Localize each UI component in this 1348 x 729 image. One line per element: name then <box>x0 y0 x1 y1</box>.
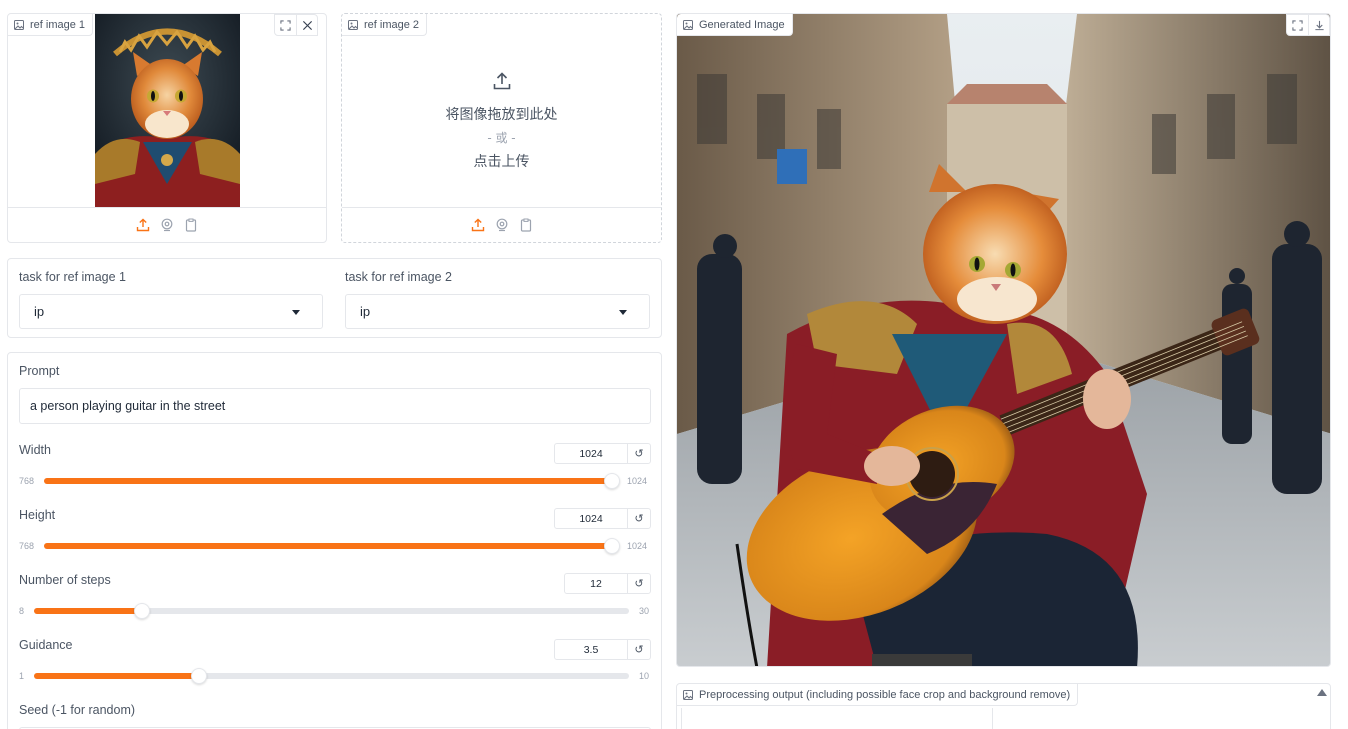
prompt-input[interactable]: a person playing guitar in the street <box>19 388 651 424</box>
guidance-label: Guidance <box>19 638 73 652</box>
drop-text: 将图像拖放到此处 <box>445 107 558 123</box>
generated-image-actions <box>1286 14 1330 36</box>
task-2-value: ip <box>360 304 371 319</box>
task-1-value: ip <box>34 304 45 319</box>
width-number-input[interactable]: 1024 ↺ <box>554 443 651 464</box>
steps-number-input[interactable]: 12 ↺ <box>564 573 651 594</box>
reset-icon[interactable]: ↺ <box>627 444 650 463</box>
preprocess-gallery-panel: Preprocessing output (including possible… <box>676 683 1331 729</box>
steps-value: 12 <box>590 577 602 590</box>
guidance-slider-thumb[interactable] <box>191 668 208 684</box>
width-label: Width <box>19 443 51 457</box>
clipboard-icon[interactable] <box>183 217 199 233</box>
task-1-label: task for ref image 1 <box>19 270 126 284</box>
drop-or-text: - 或 - <box>487 131 516 145</box>
steps-slider[interactable] <box>34 603 629 619</box>
guidance-value: 3.5 <box>583 643 599 656</box>
scroll-up-icon[interactable] <box>1317 689 1327 696</box>
height-value: 1024 <box>579 512 603 525</box>
guidance-slider[interactable] <box>34 668 629 684</box>
ref-image-1-actions <box>274 14 318 36</box>
preprocess-label-text: Preprocessing output (including possible… <box>699 688 1071 701</box>
steps-slider-thumb[interactable] <box>134 603 151 619</box>
seed-label: Seed (-1 for random) <box>19 703 136 717</box>
guidance-number-input[interactable]: 3.5 ↺ <box>554 639 651 660</box>
guidance-min: 1 <box>19 671 25 681</box>
upload-icon[interactable] <box>470 217 486 233</box>
width-slider[interactable] <box>44 473 620 489</box>
close-icon[interactable] <box>296 15 317 35</box>
height-slider-thumb[interactable] <box>604 538 620 554</box>
task-panel: task for ref image 1 ip task for ref ima… <box>7 258 662 338</box>
ref-image-2-panel[interactable]: ref image 2 将图像拖放到此处 - 或 - 点击上传 <box>341 13 662 243</box>
height-min: 768 <box>19 541 35 551</box>
webcam-icon[interactable] <box>159 217 175 233</box>
reset-icon[interactable]: ↺ <box>627 509 650 528</box>
download-icon[interactable] <box>1308 15 1329 35</box>
guidance-max: 10 <box>639 671 650 681</box>
guidance-slider-fill <box>34 673 200 679</box>
generated-image-label-text: Generated Image <box>699 18 785 31</box>
ref-image-2-label-text: ref image 2 <box>364 18 420 31</box>
ref-image-1-preview <box>95 14 240 207</box>
upload-icon[interactable] <box>135 217 151 233</box>
ref-image-2-label: ref image 2 <box>342 14 428 36</box>
image-icon <box>348 19 358 30</box>
steps-slider-fill <box>34 608 143 614</box>
preprocess-label: Preprocessing output (including possible… <box>677 684 1079 706</box>
reset-icon[interactable]: ↺ <box>627 640 650 659</box>
upload-icon <box>492 71 512 94</box>
height-max: 1024 <box>627 541 648 551</box>
height-slider[interactable] <box>44 538 620 554</box>
reset-icon[interactable]: ↺ <box>627 574 650 593</box>
image-icon <box>14 19 24 30</box>
steps-min: 8 <box>19 606 25 616</box>
width-min: 768 <box>19 476 35 486</box>
width-value: 1024 <box>579 447 603 460</box>
steps-label: Number of steps <box>19 573 111 587</box>
width-slider-thumb[interactable] <box>604 473 620 489</box>
gallery-thumb-1[interactable] <box>681 708 993 729</box>
click-upload-text: 点击上传 <box>473 154 530 170</box>
generated-image-panel: Generated Image <box>676 13 1331 667</box>
task-2-dropdown[interactable]: ip <box>345 294 650 329</box>
width-max: 1024 <box>627 476 648 486</box>
webcam-icon[interactable] <box>494 217 510 233</box>
chevron-down-icon <box>292 310 300 315</box>
ref-image-1-sources <box>8 207 326 242</box>
fullscreen-icon[interactable] <box>275 15 296 35</box>
height-number-input[interactable]: 1024 ↺ <box>554 508 651 529</box>
image-icon <box>683 689 693 700</box>
ref-image-1-label-text: ref image 1 <box>30 18 86 31</box>
height-slider-fill <box>44 543 612 549</box>
image-icon <box>683 19 693 30</box>
chevron-down-icon <box>619 310 627 315</box>
width-slider-fill <box>44 478 612 484</box>
fullscreen-icon[interactable] <box>1287 15 1308 35</box>
ref-image-2-sources <box>342 207 661 242</box>
steps-max: 30 <box>639 606 650 616</box>
parameters-panel: Prompt a person playing guitar in the st… <box>7 352 662 729</box>
generated-image-label: Generated Image <box>677 14 793 36</box>
ref-image-1-panel[interactable]: ref image 1 <box>7 13 327 243</box>
generated-image <box>677 14 1330 666</box>
task-1-dropdown[interactable]: ip <box>19 294 323 329</box>
ref-image-2-dropzone[interactable]: 将图像拖放到此处 - 或 - 点击上传 <box>342 36 661 206</box>
ref-image-1-label: ref image 1 <box>8 14 94 36</box>
task-2-label: task for ref image 2 <box>345 270 452 284</box>
height-label: Height <box>19 508 56 522</box>
prompt-label: Prompt <box>19 364 60 378</box>
clipboard-icon[interactable] <box>518 217 534 233</box>
